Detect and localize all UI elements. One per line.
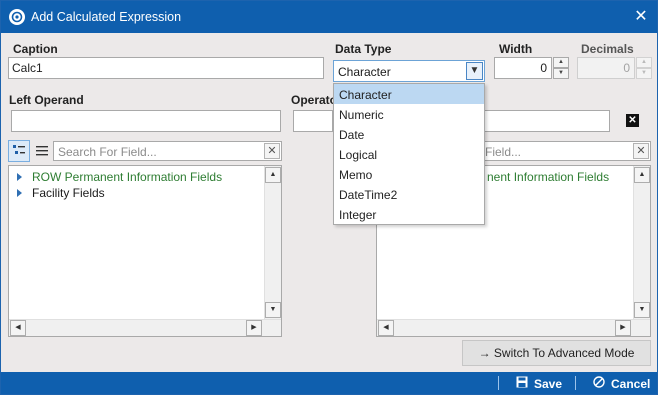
add-calculated-expression-dialog: Add Calculated Expression ✕ Caption Calc… — [0, 0, 658, 395]
width-input[interactable]: 0 — [494, 57, 552, 79]
caption-label: Caption — [13, 42, 58, 56]
footer-divider — [575, 376, 576, 390]
data-type-option-character[interactable]: Character — [334, 84, 484, 104]
save-icon — [516, 376, 528, 391]
spin-down-icon[interactable]: ▼ — [553, 68, 569, 79]
data-type-option-logical[interactable]: Logical — [334, 144, 484, 164]
decimals-label: Decimals — [581, 42, 634, 56]
width-stepper[interactable]: ▲ ▼ — [553, 57, 569, 79]
spin-down-icon: ▼ — [636, 68, 652, 79]
data-type-dropdown[interactable]: Character Numeric Date Logical Memo Date… — [333, 83, 485, 225]
left-search-input[interactable]: Search For Field... ✕ — [53, 141, 282, 161]
data-type-option-datetime2[interactable]: DateTime2 — [334, 184, 484, 204]
scroll-down-icon[interactable]: ▼ — [634, 302, 650, 318]
expand-arrow-icon[interactable] — [17, 189, 22, 197]
operator-input[interactable] — [293, 110, 333, 132]
cancel-label: Cancel — [611, 377, 651, 391]
clear-icon[interactable]: ✕ — [633, 143, 649, 159]
cancel-button[interactable]: Cancel — [593, 376, 650, 391]
tree-view-icon[interactable] — [8, 140, 30, 162]
horizontal-scrollbar[interactable]: ◀ ▶ — [377, 319, 650, 336]
decimals-stepper: ▲ ▼ — [636, 57, 652, 79]
window-title: Add Calculated Expression — [31, 10, 182, 24]
spin-up-icon[interactable]: ▲ — [553, 57, 569, 68]
width-label: Width — [499, 42, 533, 56]
close-icon[interactable]: ✕ — [631, 7, 651, 27]
operator-label: Operato — [291, 93, 338, 107]
search-placeholder: Field... — [485, 145, 522, 159]
scroll-right-icon[interactable]: ▶ — [615, 320, 631, 336]
caption-input[interactable]: Calc1 — [8, 57, 324, 79]
data-type-select[interactable]: Character ▼ — [333, 60, 485, 82]
left-operand-label: Left Operand — [9, 93, 84, 107]
spin-up-icon: ▲ — [636, 57, 652, 68]
right-search-input[interactable]: Field... ✕ — [485, 141, 651, 161]
scroll-up-icon[interactable]: ▲ — [265, 167, 281, 183]
width-value: 0 — [540, 61, 547, 75]
data-type-option-numeric[interactable]: Numeric — [334, 104, 484, 124]
caption-value: Calc1 — [12, 61, 43, 75]
vertical-scrollbar[interactable]: ▲ ▼ — [264, 166, 281, 319]
scroll-left-icon[interactable]: ◀ — [10, 320, 26, 336]
horizontal-scrollbar[interactable]: ◀ ▶ — [9, 319, 281, 336]
scroll-up-icon[interactable]: ▲ — [634, 167, 650, 183]
data-type-option-integer[interactable]: Integer — [334, 204, 484, 224]
scroll-down-icon[interactable]: ▼ — [265, 302, 281, 318]
expand-arrow-icon[interactable] — [17, 173, 22, 181]
tree-node-row-permanent[interactable]: nent Information Fields — [487, 170, 609, 184]
right-operand-input[interactable] — [485, 110, 610, 132]
decimals-input: 0 — [577, 57, 635, 79]
scroll-left-icon[interactable]: ◀ — [378, 320, 394, 336]
data-type-label: Data Type — [335, 42, 392, 56]
cancel-icon — [593, 376, 605, 391]
footer-bar: Save Cancel — [1, 372, 657, 394]
data-type-option-memo[interactable]: Memo — [334, 164, 484, 184]
app-logo-icon — [9, 9, 25, 25]
title-bar: Add Calculated Expression ✕ — [1, 1, 657, 33]
switch-button-label: Switch To Advanced Mode — [493, 346, 635, 360]
clear-icon[interactable]: ✕ — [626, 114, 639, 127]
vertical-scrollbar[interactable]: ▲ ▼ — [633, 166, 650, 319]
data-type-option-date[interactable]: Date — [334, 124, 484, 144]
clear-icon[interactable]: ✕ — [264, 143, 280, 159]
chevron-down-icon[interactable]: ▼ — [466, 62, 483, 80]
footer-divider — [498, 376, 499, 390]
decimals-value: 0 — [623, 61, 630, 75]
left-operand-input[interactable] — [11, 110, 281, 132]
save-button[interactable]: Save — [516, 376, 562, 391]
scroll-right-icon[interactable]: ▶ — [246, 320, 262, 336]
search-placeholder: Search For Field... — [58, 145, 157, 159]
tree-node-facility-fields[interactable]: Facility Fields — [17, 186, 105, 200]
left-field-tree: ROW Permanent Information Fields Facilit… — [8, 165, 282, 337]
data-type-value: Character — [338, 65, 391, 79]
save-label: Save — [534, 377, 563, 391]
tree-node-row-permanent[interactable]: ROW Permanent Information Fields — [17, 170, 222, 184]
list-view-icon[interactable] — [31, 140, 53, 162]
switch-to-advanced-mode-button[interactable]: → Switch To Advanced Mode — [462, 340, 651, 366]
arrow-right-icon: → — [478, 346, 491, 360]
